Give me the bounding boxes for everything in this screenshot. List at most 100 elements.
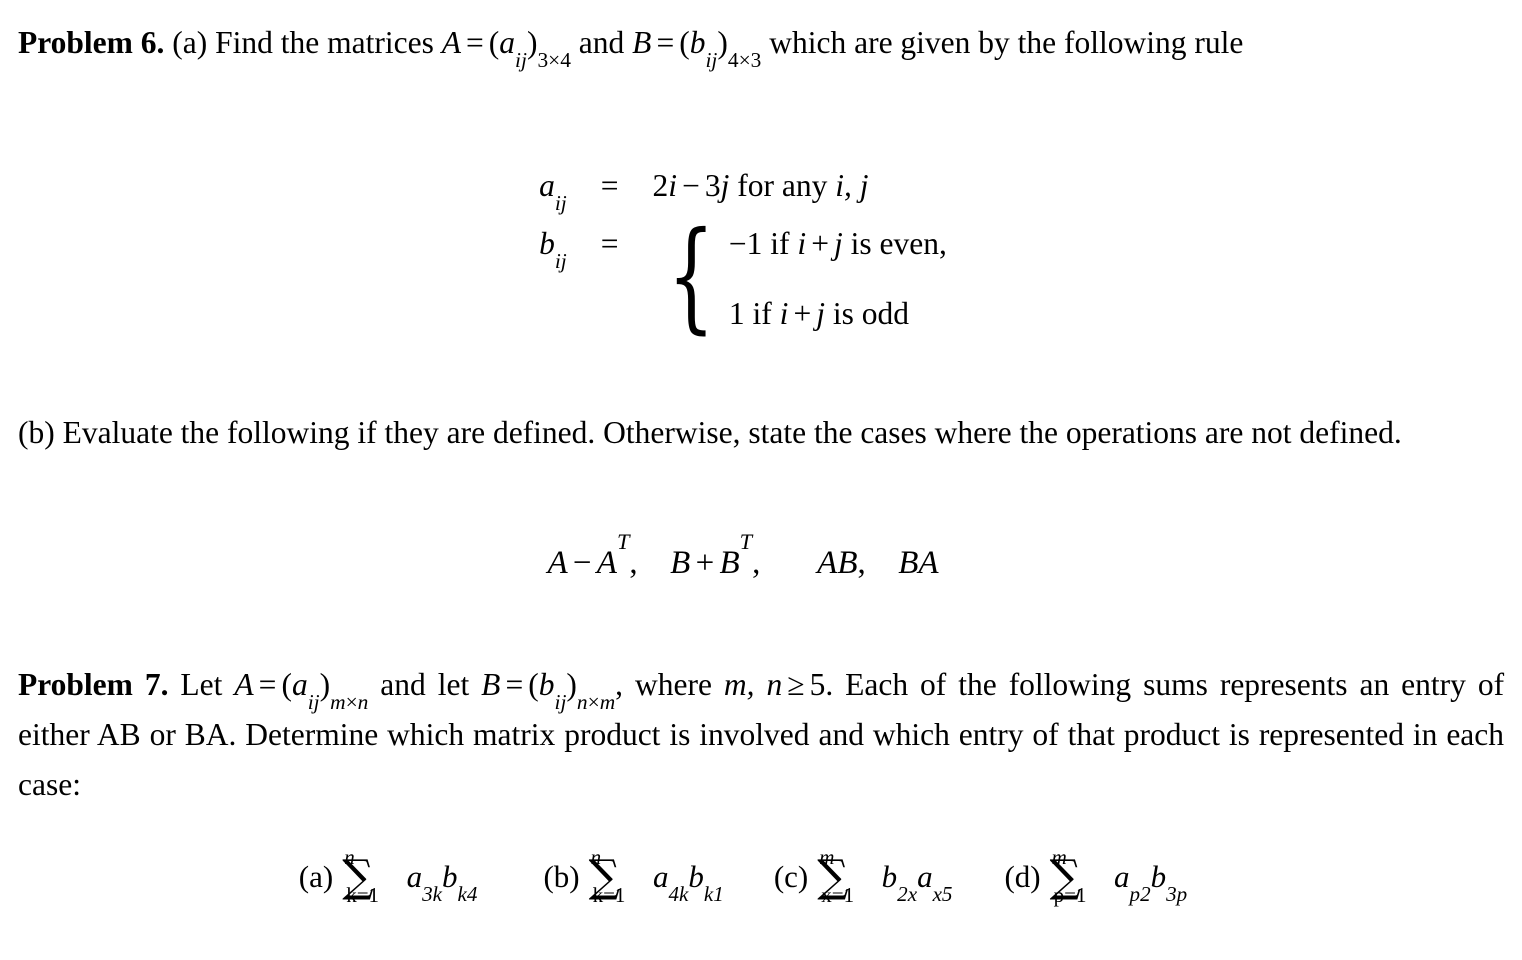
- problem-7-lead-text: Let: [180, 667, 223, 702]
- summation-d-sigma-group: ∑ m p=1: [1050, 845, 1087, 907]
- problem-6-part-b-text-2: Otherwise, state the cases where the: [603, 415, 1058, 450]
- summation-b-term1-sub: 4k: [668, 881, 689, 906]
- problem-7-matrix-b-subscript: ij: [554, 689, 567, 714]
- expr-comma-3: ,: [857, 545, 866, 581]
- case-even-if: if: [770, 226, 790, 261]
- a-rule-base: a: [539, 168, 555, 203]
- matrix-b-entry-close: ): [717, 25, 728, 60]
- case-odd-var-j: j: [816, 296, 825, 331]
- problem-7-condition-vars: m, n: [723, 667, 783, 702]
- matrix-a-entry-subscript: ij: [515, 47, 527, 72]
- summation-b-term2-sub: k1: [703, 881, 724, 906]
- b-rule-rhs: { −1 if i + j is even, 1 if i + j is odd: [653, 216, 947, 358]
- matrix-a-entry-open: (: [488, 25, 500, 60]
- summation-a-term1-sub: 3k: [422, 881, 443, 906]
- summation-a-tag: (a): [298, 859, 334, 895]
- problem-6-intro-text-2: which are given by: [769, 25, 1010, 60]
- b-rule-relation: =: [600, 226, 619, 261]
- problem-6-intro-paragraph: Problem 6. (a) Find the matrices A = (aij)…: [18, 18, 1504, 70]
- matrix-a-equals: =: [465, 25, 484, 60]
- b-rule-lhs: bij: [539, 226, 567, 358]
- summation-option-b: (b) ∑ n k=1 a4kbk1: [543, 845, 724, 907]
- expr-comma-2: ,: [752, 545, 761, 581]
- matrix-b-entry-base: b: [689, 25, 706, 60]
- summation-option-a: (a) ∑ n k=1 a3kbk4: [298, 845, 478, 907]
- problem-7-paragraph-1: Problem 7. Let A = (aij)m×n and let B = (bij…: [18, 660, 1504, 810]
- case-odd-plus: +: [793, 296, 812, 331]
- problem-7-matrix-a-subscript: ij: [307, 689, 320, 714]
- summation-b-term1-base: a: [653, 859, 669, 895]
- summation-c-upper-limit: m: [819, 845, 835, 870]
- problem-6-part-a-marker: (a): [172, 25, 208, 60]
- problem-7-matrix-b-open: (: [528, 667, 539, 702]
- problem-7-matrix-a-equals: =: [258, 667, 277, 702]
- piecewise-case-list: −1 if i + j is even, 1 if i + j is odd: [729, 226, 947, 332]
- summation-d-term1-sub: p2: [1129, 881, 1151, 906]
- problem-7-matrix-a-dim-times: ×: [345, 689, 358, 714]
- definition-display-block: aij = 2i −3j for any i, j bij = { −1 if …: [0, 168, 1486, 358]
- summation-c-lower-limit: x=1: [821, 883, 855, 908]
- expr-2-right: B: [719, 545, 740, 581]
- problem-7-where-text: where: [634, 667, 712, 702]
- piecewise-case-even: −1 if i + j is even,: [729, 226, 947, 262]
- problem-7-mid-text: and let: [380, 667, 470, 702]
- problem-6-label: Problem 6.: [18, 25, 165, 60]
- summation-a-term2-sub: k4: [457, 881, 478, 906]
- summation-d-term1-base: a: [1114, 859, 1130, 895]
- summation-c-body: b2xax5: [882, 859, 953, 904]
- matrix-a-name: A: [441, 25, 461, 60]
- summation-a-term2-base: b: [442, 859, 458, 895]
- summation-b-tag: (b): [543, 859, 580, 895]
- expr-4-product-ba: BA: [898, 545, 939, 581]
- case-odd-if: if: [752, 296, 772, 331]
- a-rule-subscript: ij: [554, 190, 567, 215]
- summation-b-upper-limit: n: [590, 845, 602, 870]
- summation-a-term1-base: a: [406, 859, 423, 895]
- problem-6-part-b: (b) Evaluate the following if they are d…: [18, 408, 1504, 458]
- problem-7-matrix-a-name: A: [234, 667, 254, 702]
- problem-7-matrix-a-dim: m×n: [330, 690, 368, 714]
- document-page: Problem 6. (a) Find the matrices A = (aij)…: [0, 0, 1522, 960]
- matrix-b-entry-open: (: [679, 25, 690, 60]
- a-rule-var-j: j: [720, 168, 730, 203]
- a-rule-qualifier-text: for any: [737, 168, 828, 203]
- expr-3-product-ab: AB: [817, 545, 858, 581]
- case-even-tail: is even,: [850, 226, 947, 261]
- case-even-plus: +: [811, 226, 829, 261]
- summation-d-term2-sub: 3p: [1166, 881, 1188, 906]
- problem-7-label: Problem 7.: [18, 667, 169, 702]
- summation-c-tag: (c): [773, 859, 809, 895]
- problem-7-matrix-b-comma: ,: [615, 667, 624, 702]
- problem-7-tail-text: Each of the: [845, 667, 997, 702]
- summation-b-lower-limit: k=1: [592, 883, 626, 908]
- expr-comma-1: ,: [629, 545, 638, 581]
- problem-7-condition-value: 5.: [809, 667, 834, 702]
- problem-7-matrix-b-dim: n×m: [577, 690, 615, 714]
- problem-7-condition-relation: ≥: [787, 667, 805, 702]
- summation-c-sigma-group: ∑ m x=1: [817, 845, 854, 907]
- summation-option-c: (c) ∑ m x=1 b2xax5: [773, 845, 953, 907]
- problem-7-matrix-b-dim-times: ×: [587, 689, 600, 714]
- matrix-a-entry-base: a: [499, 25, 516, 60]
- problem-7-matrix-b-dim-m: m: [599, 689, 616, 714]
- b-rule-base: b: [539, 226, 555, 261]
- matrix-b-entry-subscript: ij: [705, 47, 718, 72]
- summation-c-term2-base: a: [917, 859, 933, 895]
- b-rule-subscript: ij: [554, 248, 567, 273]
- expr-1-operator: −: [572, 545, 592, 581]
- expr-2-transpose: T: [739, 528, 753, 554]
- problem-6-intro-text-3: the following rule: [1017, 25, 1244, 60]
- problem-7-statement: Problem 7. Let A = (aij)m×n and let B = (bij…: [18, 660, 1504, 810]
- matrix-b-name: B: [632, 25, 652, 60]
- problem-7-matrix-b-dim-n: n: [576, 689, 588, 714]
- problem-6-part-b-marker: (b): [18, 415, 55, 450]
- summation-a-lower-limit: k=1: [346, 883, 380, 908]
- summation-c-term2-sub: x5: [932, 881, 953, 906]
- expr-2-operator: +: [695, 545, 715, 581]
- a-rule-coef-two: 2: [652, 168, 669, 203]
- problem-6-statement: Problem 6. (a) Find the matrices A = (aij)…: [18, 18, 1504, 70]
- case-even-var-j: j: [834, 226, 843, 261]
- problem-6-intro-text-1: Find the matrices: [215, 25, 434, 60]
- summation-b-body: a4kbk1: [653, 859, 724, 904]
- expr-2-left: B: [670, 545, 691, 581]
